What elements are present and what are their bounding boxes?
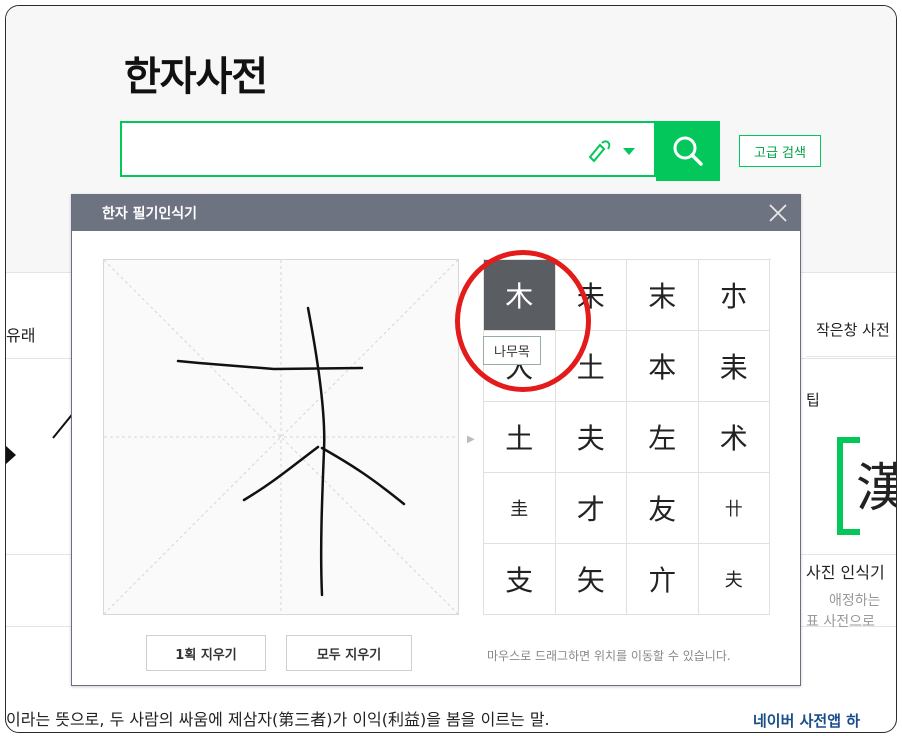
candidate-cell[interactable]: 本 <box>627 331 699 402</box>
app-banner-link[interactable]: 네이버 사전앱 하 <box>753 710 860 731</box>
candidate-grid: 木未末朩大土本耒土夫左术圭才友卄支矢亣夫 <box>483 259 771 615</box>
handwriting-toggle[interactable] <box>586 139 636 163</box>
tab-small-window[interactable]: 작은창 사전 <box>816 319 890 340</box>
candidate-cell[interactable]: 亣 <box>627 544 699 615</box>
popup-title: 한자 필기인식기 <box>102 206 198 222</box>
search-input[interactable] <box>120 121 656 177</box>
drawing-canvas[interactable] <box>103 259 459 615</box>
close-icon[interactable] <box>766 201 790 225</box>
candidate-cell[interactable]: 夫 <box>555 402 627 473</box>
banner-heading: 사진 인식기 <box>806 563 885 582</box>
drag-hint: 마우스로 드래그하면 위치를 이동할 수 있습니다. <box>487 649 731 663</box>
candidate-cell[interactable]: 未 <box>555 260 627 331</box>
pen-icon <box>588 140 611 163</box>
candidate-tooltip: 나무목 <box>483 336 541 365</box>
candidate-cell[interactable]: 土 <box>555 331 627 402</box>
candidate-cell[interactable]: 术 <box>698 402 770 473</box>
candidate-cell[interactable]: 末 <box>627 260 699 331</box>
clear-all-button[interactable]: 모두 지우기 <box>286 635 412 671</box>
banner-desc-2: 표 사전으로 <box>806 614 875 630</box>
candidate-cell[interactable]: 土 <box>484 402 556 473</box>
banner-hanja: 漢 <box>856 446 896 521</box>
candidate-cell[interactable]: 木 <box>484 260 556 331</box>
clear-stroke-button[interactable]: 1획 지우기 <box>146 635 266 671</box>
banner-desc-1: 애정하는 <box>829 593 881 609</box>
arrow-right-icon: ▶ <box>467 434 475 445</box>
meaning-sentence: 이라는 뜻으로, 두 사람의 싸움에 제삼자(第三者)가 이익(利益)을 봄을 … <box>6 710 550 729</box>
page-title: 한자사전 <box>124 54 268 100</box>
candidate-cell[interactable]: 朩 <box>698 260 770 331</box>
candidate-cell[interactable]: 矢 <box>555 544 627 615</box>
tip-label: 팁 <box>806 391 820 409</box>
candidate-cell[interactable]: 耒 <box>698 331 770 402</box>
play-icon <box>6 446 16 464</box>
candidate-cell[interactable]: 夫 <box>698 544 770 615</box>
handwriting-strokes <box>103 259 459 615</box>
caret-down-icon <box>623 148 635 155</box>
candidate-cell[interactable]: 支 <box>484 544 556 615</box>
candidate-cell[interactable]: 卄 <box>698 473 770 544</box>
candidate-cell[interactable]: 才 <box>555 473 627 544</box>
tab-origin[interactable]: 유래 <box>6 322 35 346</box>
candidate-cell[interactable]: 友 <box>627 473 699 544</box>
popup-header: 한자 필기인식기 <box>72 195 800 231</box>
handwriting-popup: 한자 필기인식기 ▶ 木未末朩大土本耒土夫左术圭才友卄支矢亣夫 나무목 1획 지… <box>71 194 801 686</box>
advanced-search-button[interactable]: 고급 검색 <box>739 135 821 167</box>
search-button[interactable] <box>656 121 720 181</box>
divider <box>806 356 896 357</box>
candidate-cell[interactable]: 圭 <box>484 473 556 544</box>
search-icon <box>673 136 703 166</box>
candidate-cell[interactable]: 左 <box>627 402 699 473</box>
